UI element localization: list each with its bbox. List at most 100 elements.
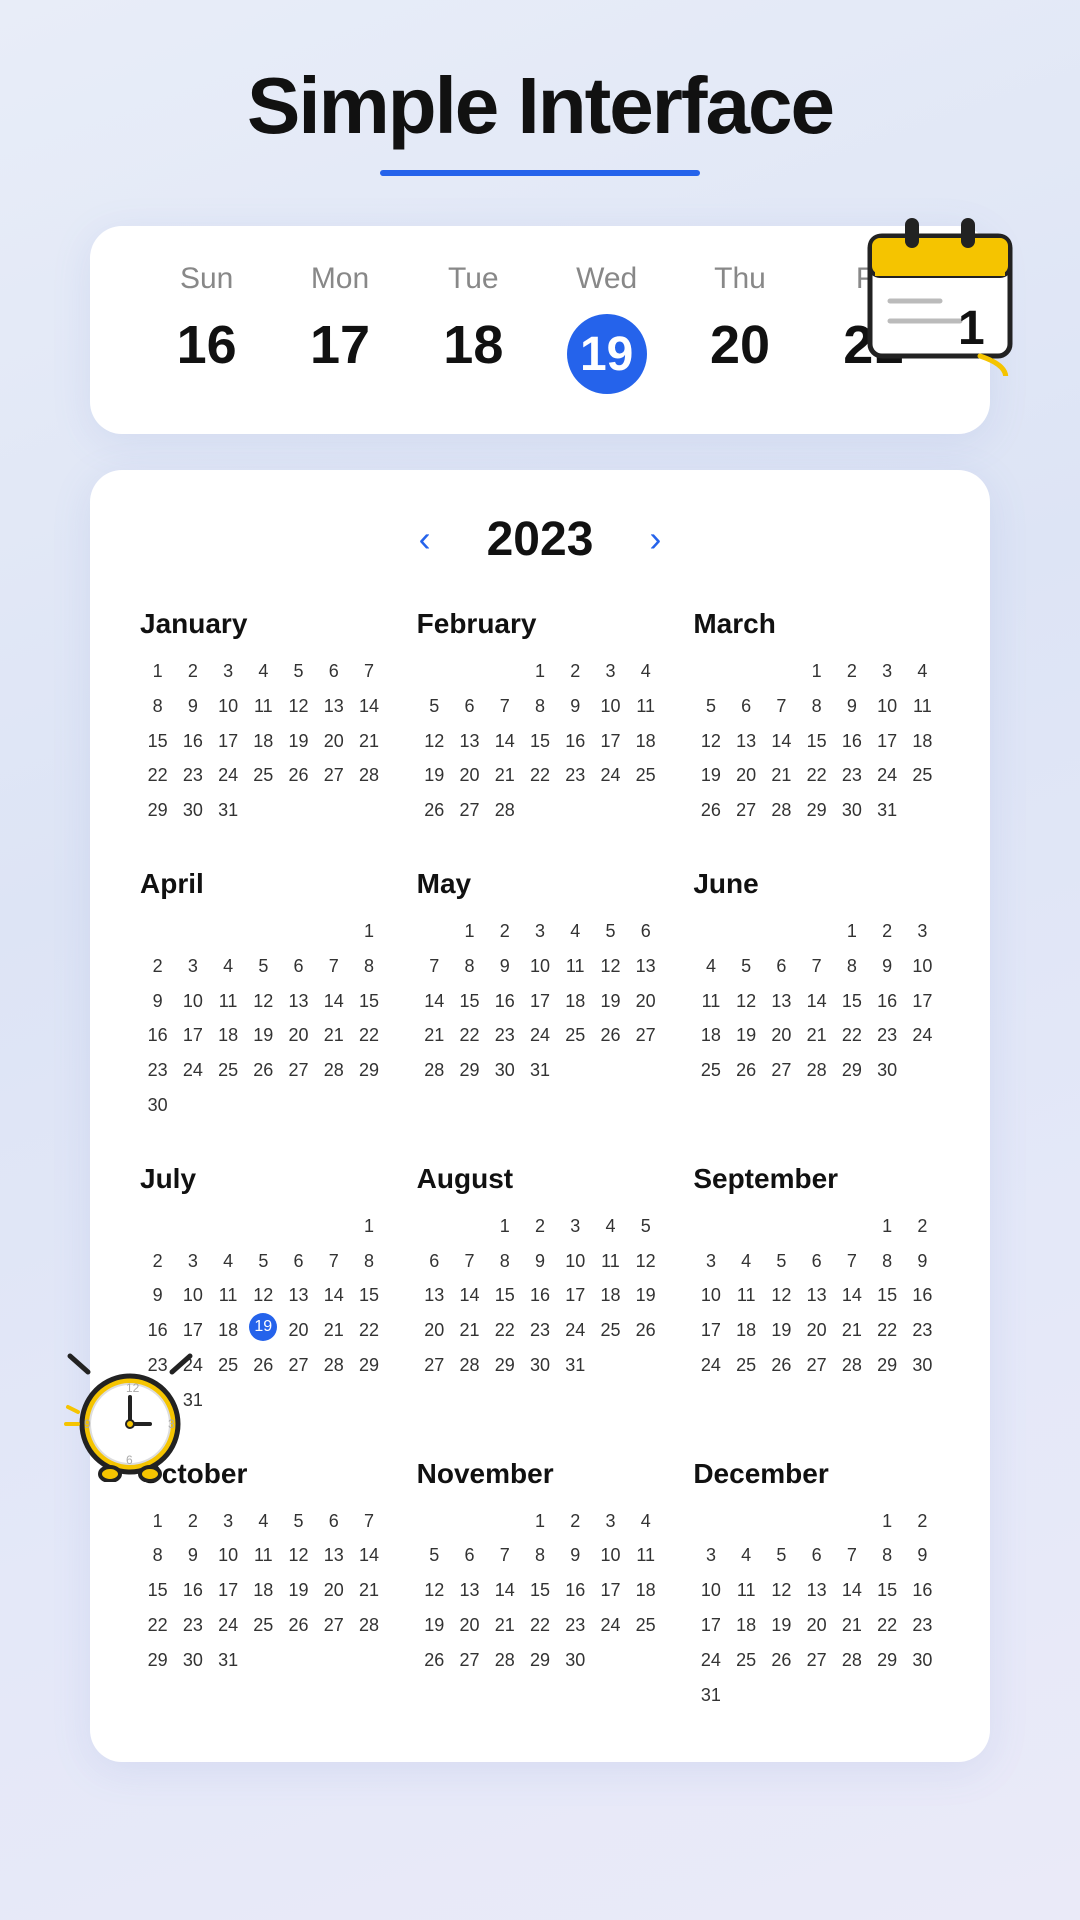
cal-cell[interactable]: 30: [870, 1053, 905, 1088]
cal-cell[interactable]: 8: [140, 689, 175, 724]
cal-cell[interactable]: 24: [693, 1348, 728, 1383]
cal-cell[interactable]: [417, 1209, 452, 1244]
cal-cell[interactable]: [870, 1678, 905, 1713]
cal-cell[interactable]: 16: [870, 984, 905, 1019]
cal-cell[interactable]: [210, 1209, 245, 1244]
cal-cell[interactable]: 27: [764, 1053, 799, 1088]
day-number[interactable]: 20: [710, 314, 770, 376]
cal-cell[interactable]: 8: [351, 949, 386, 984]
cal-cell[interactable]: 26: [764, 1348, 799, 1383]
cal-cell[interactable]: 23: [558, 1608, 593, 1643]
cal-cell[interactable]: 24: [558, 1313, 593, 1348]
cal-cell[interactable]: 22: [834, 1018, 869, 1053]
cal-cell[interactable]: [729, 654, 764, 689]
cal-cell[interactable]: 23: [558, 758, 593, 793]
cal-cell[interactable]: [452, 1504, 487, 1539]
cal-cell[interactable]: 18: [729, 1608, 764, 1643]
cal-cell[interactable]: 27: [316, 758, 351, 793]
cal-cell[interactable]: 10: [558, 1244, 593, 1279]
cal-cell[interactable]: 4: [558, 914, 593, 949]
cal-cell[interactable]: 5: [281, 654, 316, 689]
cal-cell[interactable]: 21: [316, 1313, 351, 1348]
cal-cell[interactable]: 28: [316, 1348, 351, 1383]
cal-cell[interactable]: 11: [246, 1538, 281, 1573]
cal-cell[interactable]: 16: [175, 724, 210, 759]
cal-cell[interactable]: 11: [210, 1278, 245, 1313]
day-col-tue[interactable]: Tue18: [407, 262, 540, 394]
cal-cell[interactable]: 31: [693, 1678, 728, 1713]
cal-cell[interactable]: 20: [799, 1608, 834, 1643]
cal-cell[interactable]: 9: [140, 1278, 175, 1313]
cal-cell[interactable]: 4: [246, 1504, 281, 1539]
cal-cell[interactable]: 12: [246, 984, 281, 1019]
cal-cell[interactable]: [799, 914, 834, 949]
cal-cell[interactable]: 26: [246, 1348, 281, 1383]
cal-cell[interactable]: [764, 914, 799, 949]
cal-cell[interactable]: [905, 793, 940, 828]
cal-cell[interactable]: 28: [351, 1608, 386, 1643]
cal-cell[interactable]: [210, 914, 245, 949]
cal-cell[interactable]: 16: [487, 984, 522, 1019]
cal-cell[interactable]: 6: [452, 689, 487, 724]
cal-cell[interactable]: 12: [281, 689, 316, 724]
cal-cell[interactable]: 15: [834, 984, 869, 1019]
cal-cell[interactable]: 26: [593, 1018, 628, 1053]
cal-cell[interactable]: 9: [175, 689, 210, 724]
cal-cell[interactable]: [140, 914, 175, 949]
cal-cell[interactable]: 4: [210, 949, 245, 984]
cal-cell[interactable]: 8: [487, 1244, 522, 1279]
cal-cell[interactable]: 3: [175, 1244, 210, 1279]
cal-cell[interactable]: [834, 1678, 869, 1713]
cal-cell[interactable]: 13: [799, 1573, 834, 1608]
cal-cell[interactable]: 13: [452, 724, 487, 759]
cal-cell[interactable]: 5: [593, 914, 628, 949]
cal-cell[interactable]: [693, 654, 728, 689]
cal-cell[interactable]: 17: [693, 1313, 728, 1348]
cal-cell[interactable]: 31: [210, 793, 245, 828]
cal-cell[interactable]: [281, 914, 316, 949]
cal-cell[interactable]: [316, 1088, 351, 1123]
cal-cell[interactable]: [628, 793, 663, 828]
cal-cell[interactable]: 4: [246, 654, 281, 689]
cal-cell[interactable]: 11: [210, 984, 245, 1019]
cal-cell[interactable]: [281, 1088, 316, 1123]
cal-cell[interactable]: 14: [351, 689, 386, 724]
cal-cell[interactable]: 17: [593, 1573, 628, 1608]
cal-cell[interactable]: 10: [593, 1538, 628, 1573]
cal-cell[interactable]: [417, 654, 452, 689]
cal-cell[interactable]: 7: [417, 949, 452, 984]
cal-cell[interactable]: 23: [487, 1018, 522, 1053]
cal-cell[interactable]: 3: [175, 949, 210, 984]
cal-cell[interactable]: 16: [905, 1278, 940, 1313]
cal-cell[interactable]: 10: [522, 949, 557, 984]
day-number[interactable]: 18: [443, 314, 503, 376]
cal-cell[interactable]: [281, 793, 316, 828]
cal-cell[interactable]: 25: [729, 1348, 764, 1383]
cal-cell[interactable]: 17: [210, 724, 245, 759]
cal-cell[interactable]: 9: [558, 1538, 593, 1573]
cal-cell[interactable]: 29: [351, 1348, 386, 1383]
cal-cell[interactable]: 22: [452, 1018, 487, 1053]
cal-cell[interactable]: 20: [452, 758, 487, 793]
cal-cell[interactable]: 8: [870, 1538, 905, 1573]
cal-cell[interactable]: [175, 914, 210, 949]
cal-cell[interactable]: 2: [870, 914, 905, 949]
cal-cell[interactable]: [246, 1643, 281, 1678]
cal-cell[interactable]: 24: [693, 1643, 728, 1678]
cal-cell[interactable]: 3: [693, 1538, 728, 1573]
cal-cell[interactable]: 7: [799, 949, 834, 984]
cal-cell[interactable]: 10: [210, 689, 245, 724]
cal-cell[interactable]: 2: [905, 1209, 940, 1244]
cal-cell[interactable]: 7: [834, 1538, 869, 1573]
cal-cell[interactable]: 8: [522, 1538, 557, 1573]
cal-cell[interactable]: [834, 1209, 869, 1244]
cal-cell[interactable]: 13: [281, 984, 316, 1019]
cal-cell[interactable]: [281, 1209, 316, 1244]
cal-cell[interactable]: 20: [316, 724, 351, 759]
cal-cell[interactable]: 15: [452, 984, 487, 1019]
cal-cell[interactable]: [764, 1678, 799, 1713]
cal-cell[interactable]: [729, 1209, 764, 1244]
cal-cell[interactable]: 11: [729, 1278, 764, 1313]
cal-cell[interactable]: 5: [417, 689, 452, 724]
cal-cell[interactable]: 19: [417, 1608, 452, 1643]
